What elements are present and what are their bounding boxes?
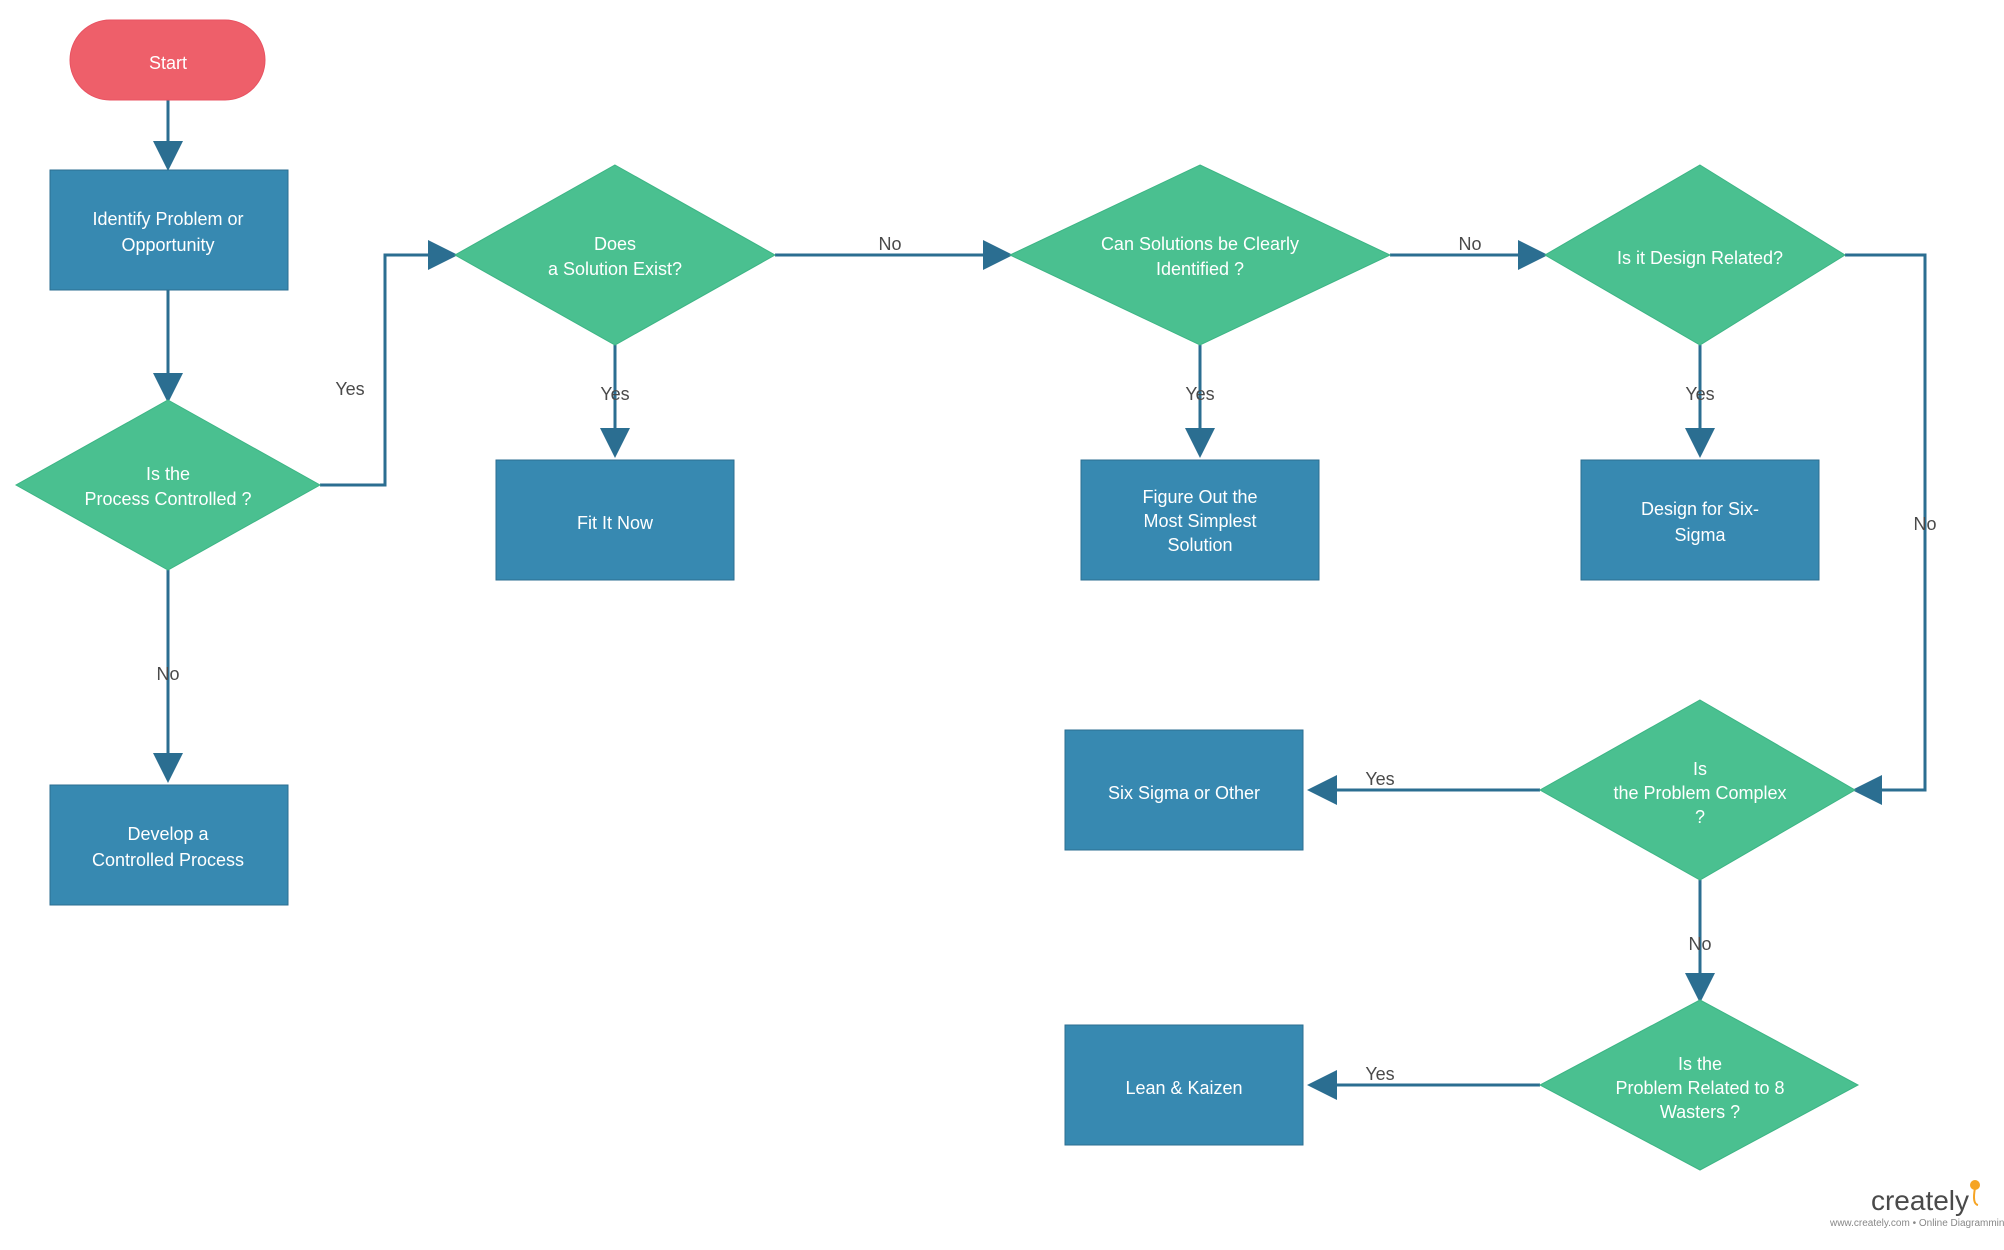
label-no: No (156, 664, 179, 684)
controlled-l2: Process Controlled ? (84, 489, 251, 509)
identify-l1: Identify Problem or (92, 209, 243, 229)
identify-l2: Opportunity (121, 235, 214, 255)
canident-l1: Can Solutions be Clearly (1101, 234, 1299, 254)
brand-sub: www.creately.com • Online Diagramming (1829, 1218, 2004, 1229)
label-yes: Yes (1365, 769, 1394, 789)
identify-node (50, 170, 288, 290)
complex-l2: the Problem Complex (1613, 783, 1786, 803)
fitit-text: Fit It Now (577, 513, 654, 533)
figure-l1: Figure Out the (1142, 487, 1257, 507)
wasters-l2: Problem Related to 8 (1615, 1078, 1784, 1098)
wasters-l3: Wasters ? (1660, 1102, 1740, 1122)
edge-controlled-solexist (320, 255, 455, 485)
label-yes: Yes (1185, 384, 1214, 404)
canident-node (1010, 165, 1390, 345)
complex-l1: Is (1693, 759, 1707, 779)
develop-l1: Develop a (127, 824, 209, 844)
flowchart-canvas: No Yes Yes No Yes No Yes No Yes No Yes S… (0, 0, 2004, 1250)
label-yes: Yes (1365, 1064, 1394, 1084)
sixsigma-text: Six Sigma or Other (1108, 783, 1260, 803)
controlled-node (16, 400, 320, 570)
brand-logo: creately www.creately.com • Online Diagr… (1829, 1180, 2004, 1229)
develop-node (50, 785, 288, 905)
figure-l3: Solution (1167, 535, 1232, 555)
solexist-node (455, 165, 775, 345)
brand-name: creately (1871, 1185, 1969, 1216)
dfss-l1: Design for Six- (1641, 499, 1759, 519)
dfss-node (1581, 460, 1819, 580)
figure-l2: Most Simplest (1143, 511, 1256, 531)
wasters-l1: Is the (1678, 1054, 1722, 1074)
label-yes: Yes (335, 379, 364, 399)
canident-l2: Identified ? (1156, 259, 1244, 279)
label-no: No (878, 234, 901, 254)
label-no: No (1458, 234, 1481, 254)
label-yes: Yes (1685, 384, 1714, 404)
label-no: No (1913, 514, 1936, 534)
label-yes: Yes (600, 384, 629, 404)
lean-text: Lean & Kaizen (1125, 1078, 1242, 1098)
complex-l3: ? (1695, 807, 1705, 827)
solexist-l2: a Solution Exist? (548, 259, 682, 279)
develop-l2: Controlled Process (92, 850, 244, 870)
design-l1: Is it Design Related? (1617, 248, 1783, 268)
controlled-l1: Is the (146, 464, 190, 484)
start-text: Start (149, 53, 187, 73)
dfss-l2: Sigma (1674, 525, 1726, 545)
label-no: No (1688, 934, 1711, 954)
solexist-l1: Does (594, 234, 636, 254)
